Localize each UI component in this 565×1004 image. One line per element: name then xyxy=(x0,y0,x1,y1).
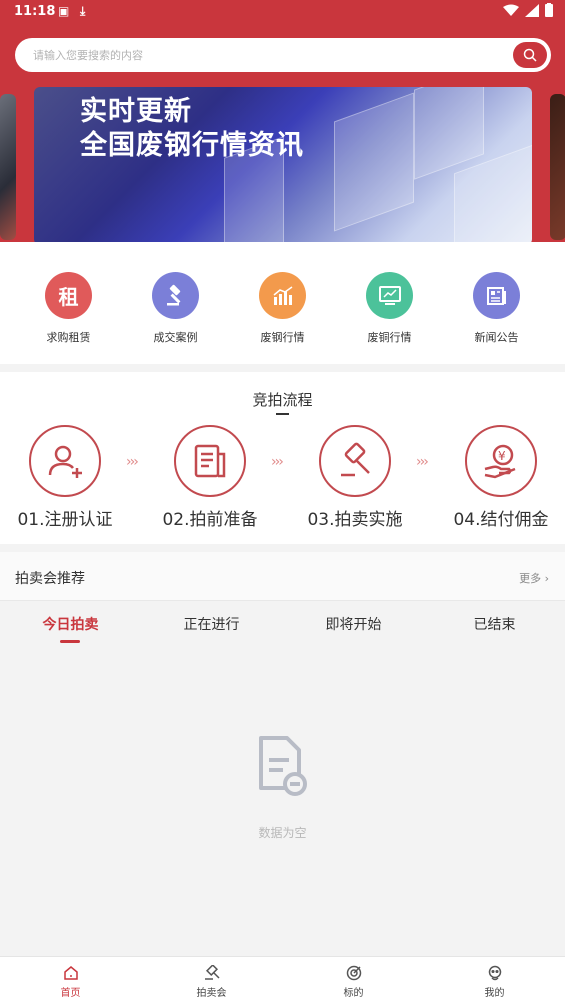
process-step-auction[interactable]: 03.拍卖实施 xyxy=(295,425,415,530)
nav-home[interactable]: 首页 xyxy=(0,963,141,999)
quick-nav-label: 新闻公告 xyxy=(474,331,519,344)
tab-ongoing[interactable]: 正在进行 xyxy=(141,614,282,634)
auction-header: 拍卖会推荐 更多 › xyxy=(0,552,565,600)
empty-state: 数据为空 xyxy=(0,732,565,841)
banner-prev-slide[interactable] xyxy=(0,94,16,240)
nav-label: 拍卖会 xyxy=(196,988,227,999)
news-icon xyxy=(473,272,520,319)
banner-decoration xyxy=(334,92,414,232)
bottom-nav: 首页 拍卖会 标的 我的 xyxy=(0,956,565,1004)
search-bar[interactable]: 请输入您要搜索的内容 xyxy=(15,38,551,72)
quick-nav-cases[interactable]: 成交案例 xyxy=(122,272,229,345)
nav-label: 标的 xyxy=(343,988,364,999)
quick-nav-news[interactable]: 新闻公告 xyxy=(443,272,550,345)
process-step-prepare[interactable]: 02.拍前准备 xyxy=(150,425,270,530)
tab-today[interactable]: 今日拍卖 xyxy=(0,614,141,634)
banner-subheadline: 全国废钢行情资讯 xyxy=(80,130,304,161)
tab-upcoming[interactable]: 即将开始 xyxy=(283,614,424,634)
notification-icon: ▣ xyxy=(58,4,70,18)
wifi-icon xyxy=(503,4,519,16)
search-input[interactable]: 请输入您要搜索的内容 xyxy=(33,47,143,63)
more-link[interactable]: 更多 › xyxy=(519,570,549,586)
empty-text: 数据为空 xyxy=(258,826,307,840)
arrow-icon: ››› xyxy=(271,454,284,470)
search-icon xyxy=(523,48,537,62)
gavel-icon xyxy=(152,272,199,319)
active-tab-indicator xyxy=(60,640,80,643)
status-time: 11:18 xyxy=(14,4,56,19)
process-step-register[interactable]: 01.注册认证 xyxy=(5,425,125,530)
section-title: 竞拍流程 xyxy=(252,391,313,409)
header: 11:18 ▣ ⤓ 请输入您要搜索的内容 实时更新 全国废钢行情资讯 xyxy=(0,0,565,260)
quick-nav: 租 求购租赁 成交案例 废钢行情 废铜行情 新闻公告 xyxy=(0,260,565,364)
quick-nav-label: 废钢行情 xyxy=(260,331,305,344)
process-step-label: 04.结付佣金 xyxy=(453,510,549,530)
process-step-payment[interactable]: ¥ 04.结付佣金 xyxy=(441,425,561,530)
download-icon: ⤓ xyxy=(80,4,86,18)
battery-icon xyxy=(545,3,553,17)
nav-label: 首页 xyxy=(60,988,81,999)
quick-nav-label: 废铜行情 xyxy=(367,331,412,344)
profile-icon xyxy=(424,963,565,983)
home-icon xyxy=(0,963,141,983)
banner-carousel[interactable]: 实时更新 全国废钢行情资讯 xyxy=(34,87,532,245)
nav-targets[interactable]: 标的 xyxy=(283,963,424,999)
arrow-icon: ››› xyxy=(126,454,139,470)
empty-document-icon xyxy=(253,732,313,802)
process-step-label: 02.拍前准备 xyxy=(162,510,258,530)
arrow-icon: ››› xyxy=(416,454,429,470)
auction-recommendation: 拍卖会推荐 更多 › 今日拍卖 正在进行 即将开始 已结束 数据为空 xyxy=(0,552,565,956)
quick-nav-rent[interactable]: 租 求购租赁 xyxy=(15,272,122,345)
section-title: 拍卖会推荐 xyxy=(15,571,85,587)
rent-icon: 租 xyxy=(45,272,92,319)
gavel-icon xyxy=(319,425,391,497)
nav-label: 我的 xyxy=(484,988,505,999)
gavel-icon xyxy=(141,963,282,983)
banner-next-slide[interactable] xyxy=(550,94,565,240)
nav-auctions[interactable]: 拍卖会 xyxy=(141,963,282,999)
user-add-icon xyxy=(29,425,101,497)
status-bar: 11:18 ▣ ⤓ xyxy=(0,0,565,24)
target-icon xyxy=(283,963,424,983)
process-step-label: 01.注册认证 xyxy=(17,510,113,530)
money-hand-icon: ¥ xyxy=(465,425,537,497)
svg-text:¥: ¥ xyxy=(498,449,506,463)
title-underline xyxy=(276,413,289,415)
auction-process: 竞拍流程 01.注册认证 ››› 02.拍前准备 ››› 03.拍卖实施 ›››… xyxy=(0,372,565,544)
search-button[interactable] xyxy=(513,42,547,68)
bar-chart-icon xyxy=(259,272,306,319)
process-step-label: 03.拍卖实施 xyxy=(307,510,403,530)
nav-profile[interactable]: 我的 xyxy=(424,963,565,999)
auction-tabs: 今日拍卖 正在进行 即将开始 已结束 xyxy=(0,600,565,644)
quick-nav-copper-market[interactable]: 废铜行情 xyxy=(336,272,443,345)
signal-icon xyxy=(525,3,539,17)
tab-ended[interactable]: 已结束 xyxy=(424,614,565,634)
quick-nav-steel-market[interactable]: 废钢行情 xyxy=(229,272,336,345)
quick-nav-label: 成交案例 xyxy=(153,331,198,344)
document-icon xyxy=(174,425,246,497)
monitor-chart-icon xyxy=(366,272,413,319)
status-icons xyxy=(503,3,553,17)
quick-nav-label: 求购租赁 xyxy=(46,331,91,344)
